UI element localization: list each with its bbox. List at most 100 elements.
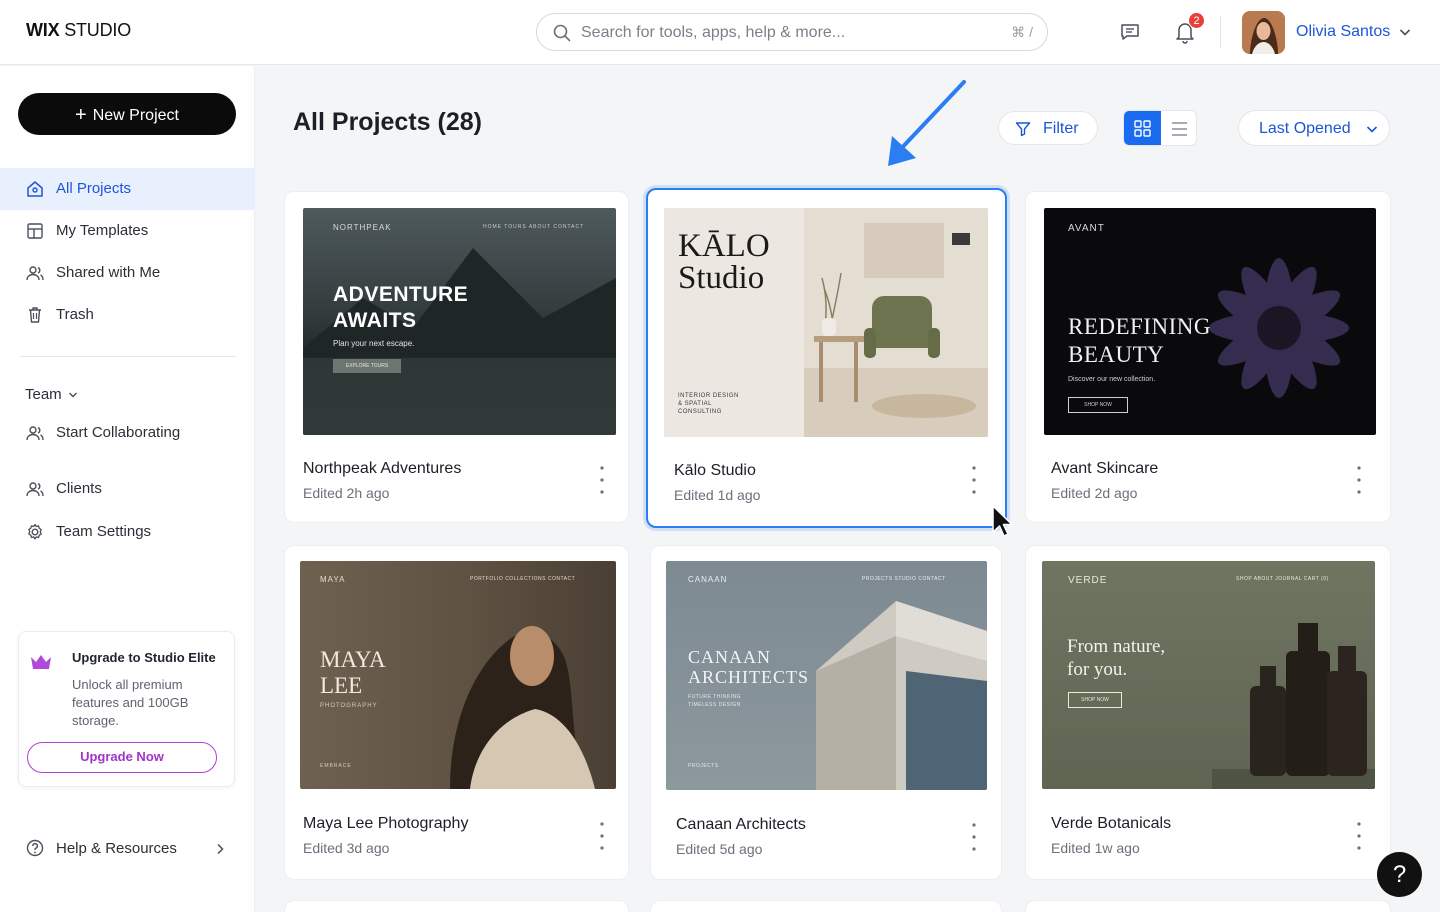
users-icon [26, 266, 44, 281]
sidebar-item-clients[interactable]: Clients [0, 468, 255, 510]
grid-view-button[interactable] [1124, 111, 1161, 145]
thumb-text: From nature, [1067, 636, 1166, 657]
team-label[interactable]: Team [25, 386, 62, 403]
sidebar-item-label: Clients [56, 480, 102, 497]
thumb-text: PORTFOLIO COLLECTIONS CONTACT [470, 576, 576, 582]
sort-dropdown[interactable]: Last Opened [1238, 110, 1390, 146]
project-name: Canaan Architects [676, 816, 806, 833]
crown-icon [31, 655, 51, 669]
thumb-text: BEAUTY [1068, 342, 1165, 367]
help-button[interactable]: ? [1377, 852, 1422, 897]
search-input[interactable]: Search for tools, apps, help & more... ⌘… [536, 13, 1048, 51]
more-options-icon[interactable] [1356, 820, 1362, 852]
upgrade-now-button[interactable]: Upgrade Now [27, 742, 217, 773]
project-card-avant[interactable]: AVANT REDEFINING BEAUTY Discover our new… [1025, 191, 1391, 523]
project-edited: Edited 1d ago [674, 487, 761, 503]
more-options-icon[interactable] [971, 464, 977, 496]
project-name: Avant Skincare [1051, 460, 1159, 477]
sidebar-divider [20, 356, 236, 357]
notification-badge: 2 [1188, 12, 1205, 29]
upgrade-description: Unlock all premium features and 100GB st… [72, 677, 189, 728]
chevron-down-icon [1366, 126, 1378, 133]
users-icon [26, 426, 44, 441]
more-options-icon[interactable] [599, 464, 605, 496]
sidebar-item-all-projects[interactable]: All Projects [0, 168, 255, 210]
thumb-text: HOME TOURS ABOUT CONTACT [483, 224, 585, 230]
project-edited: Edited 5d ago [676, 841, 763, 857]
sidebar-item-label: Start Collaborating [56, 424, 181, 441]
thumb-text: SHOP ABOUT JOURNAL CART (0) [1236, 576, 1329, 582]
thumb-text: CANAAN [688, 575, 728, 584]
search-placeholder: Search for tools, apps, help & more... [581, 24, 846, 41]
project-card-partial[interactable] [650, 900, 1002, 912]
search-shortcut: ⌘ / [1011, 24, 1033, 40]
chat-icon[interactable] [1118, 20, 1142, 44]
thumb-text: EMBRACE [320, 763, 352, 769]
project-card-partial[interactable] [1025, 900, 1391, 912]
thumb-text: INTERIOR DESIGN & SPATIAL CONSULTING [678, 393, 739, 415]
project-card-kalo[interactable]: KĀLO Studio INTERIOR DESIGN & SPATIAL CO… [646, 188, 1007, 528]
users-icon [26, 482, 44, 497]
user-name[interactable]: Olivia Santos [1296, 23, 1390, 41]
sidebar-item-label: All Projects [56, 180, 132, 197]
project-name: Kālo Studio [674, 462, 756, 479]
sidebar-item-label: Team Settings [56, 523, 152, 540]
project-name: Northpeak Adventures [303, 460, 462, 477]
sidebar-item-start-collaborating[interactable]: Start Collaborating [0, 412, 255, 454]
mouse-cursor-icon [992, 505, 1013, 537]
thumb-text: ADVENTURE [333, 283, 469, 306]
thumb-text: PROJECTS [688, 763, 719, 769]
plus-icon: + [75, 104, 87, 126]
grid-icon [1134, 120, 1151, 137]
sidebar: + New Project All Projects My Templates S… [0, 66, 255, 912]
sidebar-item-team-settings[interactable]: Team Settings [0, 511, 255, 553]
chevron-down-icon[interactable] [68, 391, 78, 399]
wix-studio-logo[interactable]: WIX STUDIO [26, 20, 131, 41]
project-thumbnail: MAYA PORTFOLIO COLLECTIONS CONTACT MAYA … [300, 561, 616, 789]
project-thumbnail: KĀLO Studio INTERIOR DESIGN & SPATIAL CO… [664, 208, 988, 437]
thumb-text: NORTHPEAK [333, 223, 392, 232]
project-edited: Edited 3d ago [303, 840, 390, 856]
avatar[interactable] [1242, 11, 1285, 54]
project-card-partial[interactable] [284, 900, 629, 912]
thumb-text: VERDE [1068, 575, 1108, 586]
thumb-text: for you. [1067, 659, 1128, 680]
list-icon [1172, 122, 1187, 136]
thumb-text: EXPLORE TOURS [333, 359, 401, 373]
project-edited: Edited 2d ago [1051, 485, 1138, 501]
filter-button[interactable]: Filter [998, 111, 1098, 145]
thumb-text: SHOP NOW [1068, 397, 1128, 413]
project-card-maya[interactable]: MAYA PORTFOLIO COLLECTIONS CONTACT MAYA … [284, 545, 629, 880]
thumb-text: AWAITS [333, 309, 417, 332]
help-icon [26, 839, 44, 857]
filter-label: Filter [1043, 120, 1079, 137]
more-options-icon[interactable] [1356, 464, 1362, 496]
gear-icon [28, 523, 42, 540]
project-thumbnail: CANAAN PROJECTS STUDIO CONTACT CANAAN AR… [666, 561, 987, 790]
more-options-icon[interactable] [599, 820, 605, 852]
project-card-verde[interactable]: VERDE SHOP ABOUT JOURNAL CART (0) From n… [1025, 545, 1391, 880]
project-thumbnail: AVANT REDEFINING BEAUTY Discover our new… [1044, 208, 1376, 435]
header-divider [1220, 16, 1221, 48]
project-name: Verde Botanicals [1051, 815, 1172, 832]
project-card-canaan[interactable]: CANAAN PROJECTS STUDIO CONTACT CANAAN AR… [650, 545, 1002, 880]
chevron-down-icon[interactable] [1399, 27, 1411, 37]
sidebar-item-shared[interactable]: Shared with Me [0, 252, 255, 294]
chevron-right-icon [217, 843, 224, 855]
thumb-text: ARCHITECTS [688, 667, 810, 687]
thumb-text: PROJECTS STUDIO CONTACT [862, 576, 946, 582]
upgrade-card: Upgrade to Studio Elite Unlock all premi… [18, 631, 235, 787]
help-resources-link[interactable]: Help & Resources [0, 828, 255, 868]
new-project-button[interactable]: + New Project [18, 93, 236, 135]
project-edited: Edited 2h ago [303, 485, 390, 501]
sidebar-item-my-templates[interactable]: My Templates [0, 210, 255, 252]
list-view-button[interactable] [1161, 111, 1196, 145]
project-card-northpeak[interactable]: NORTHPEAK HOME TOURS ABOUT CONTACT ADVEN… [284, 191, 629, 523]
template-icon [27, 223, 43, 239]
thumb-text: MAYA [320, 575, 346, 584]
top-bar: WIX STUDIO Search for tools, apps, help … [0, 0, 1440, 65]
sidebar-item-trash[interactable]: Trash [0, 294, 255, 336]
thumb-text: Studio [678, 260, 765, 296]
sort-label: Last Opened [1259, 120, 1351, 137]
more-options-icon[interactable] [971, 821, 977, 853]
